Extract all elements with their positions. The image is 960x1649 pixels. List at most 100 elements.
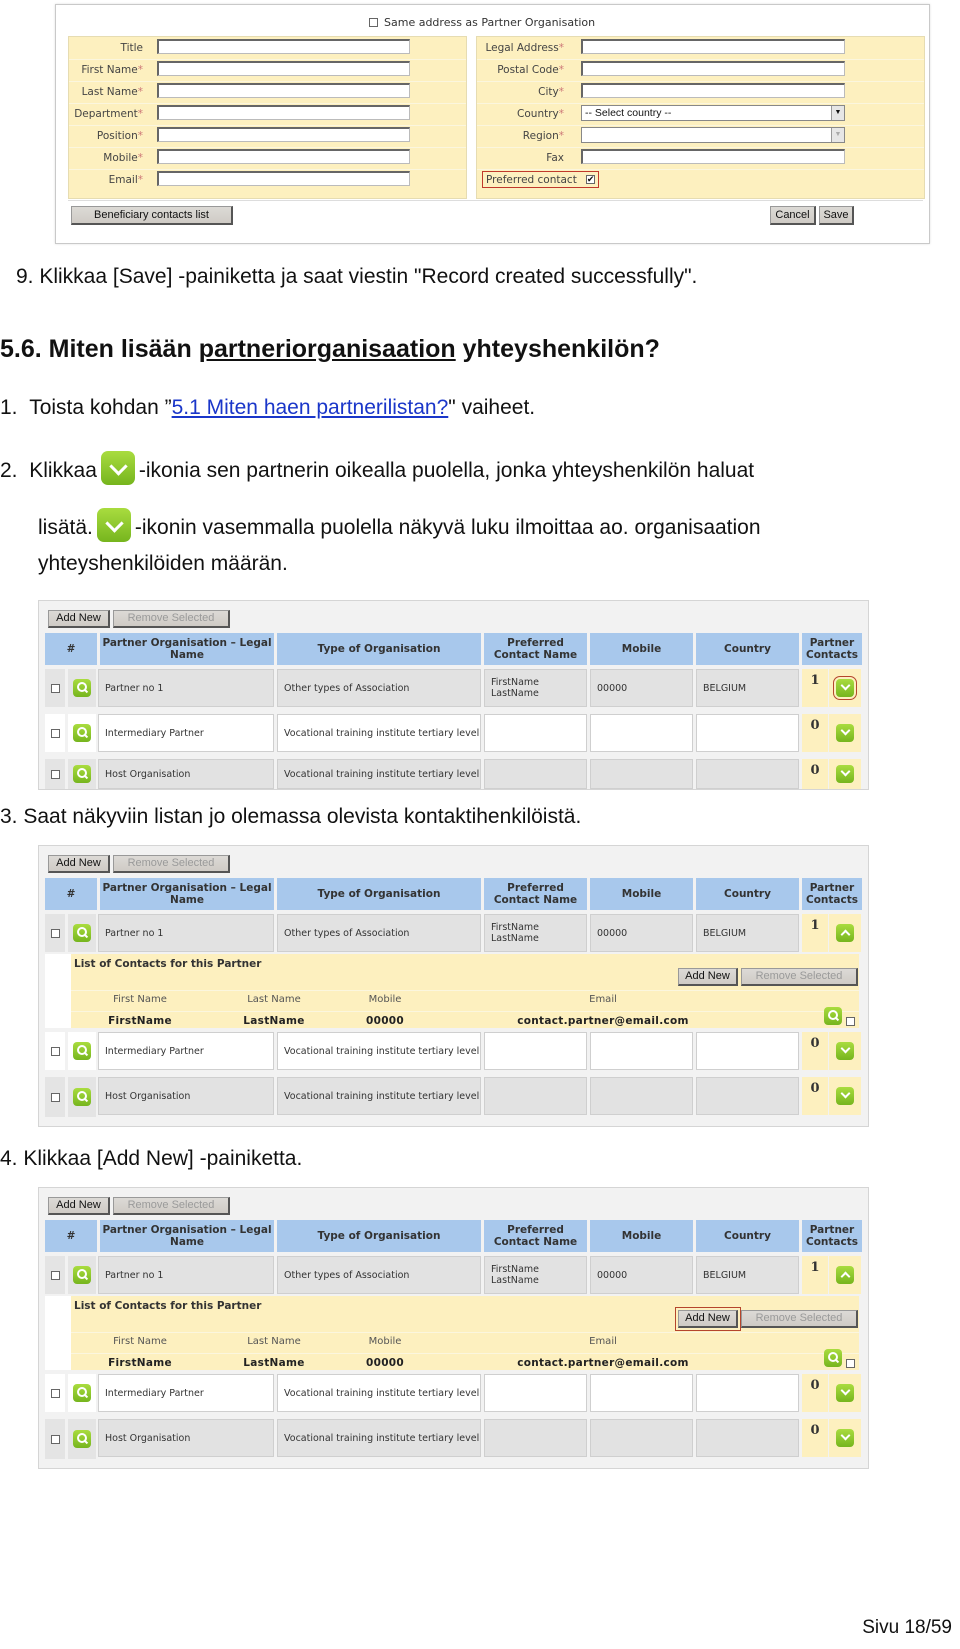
contacts-add-new-button[interactable]: Add New bbox=[678, 968, 738, 986]
row-checkbox[interactable] bbox=[50, 683, 60, 693]
legal-address-input[interactable] bbox=[581, 39, 845, 54]
step-2-text: 2. Klikkaa -ikonia sen partnerin oikealla… bbox=[0, 451, 754, 485]
chevron-down-icon[interactable] bbox=[836, 1384, 854, 1402]
cell-country: BELGIUM bbox=[696, 1256, 799, 1294]
add-new-button[interactable]: Add New bbox=[48, 855, 110, 873]
form-row-city: City* bbox=[477, 81, 924, 104]
form-row-email: Email* bbox=[69, 169, 466, 191]
contact-checkbox[interactable] bbox=[846, 1017, 855, 1026]
magnifier-icon[interactable] bbox=[73, 679, 91, 697]
add-new-button[interactable]: Add New bbox=[48, 610, 110, 628]
fax-input[interactable] bbox=[581, 149, 845, 164]
magnifier-icon[interactable] bbox=[73, 924, 91, 942]
row-checkbox[interactable] bbox=[50, 1434, 60, 1444]
form-row-last-name: Last Name* bbox=[69, 81, 466, 104]
chevron-down-icon[interactable] bbox=[833, 676, 857, 700]
contacts-remove-selected-button[interactable]: Remove Selected bbox=[741, 968, 858, 986]
cell-country bbox=[696, 1419, 799, 1457]
chevron-down-icon bbox=[96, 508, 131, 542]
cell-type: Other types of Association bbox=[277, 1256, 481, 1294]
preferred-contact-label: Preferred contact bbox=[486, 173, 577, 186]
contacts-count: 0 bbox=[802, 1419, 828, 1457]
remove-selected-button[interactable]: Remove Selected bbox=[113, 855, 230, 873]
first-name-label: First Name* bbox=[81, 64, 143, 76]
contacts-remove-selected-button[interactable]: Remove Selected bbox=[741, 1310, 858, 1328]
preferred-contact-checkbox[interactable] bbox=[585, 175, 595, 184]
row-checkbox[interactable] bbox=[50, 769, 60, 779]
contacts-add-new-button[interactable]: Add New bbox=[675, 1307, 741, 1331]
header-hash: # bbox=[45, 633, 97, 665]
legal-address-label: Legal Address* bbox=[485, 42, 564, 54]
chevron-down-icon bbox=[100, 451, 135, 485]
header-preferred: Preferred Contact Name bbox=[484, 633, 587, 665]
beneficiary-contacts-list-button[interactable]: Beneficiary contacts list bbox=[71, 206, 233, 225]
save-button[interactable]: Save bbox=[819, 206, 854, 225]
step-4-text: 4. Klikkaa [Add New] -painiketta. bbox=[0, 1147, 303, 1170]
contacts-header-mobile: Mobile bbox=[368, 994, 402, 1005]
department-label: Department* bbox=[74, 108, 143, 120]
cell-preferred: FirstName LastName bbox=[484, 1256, 587, 1294]
contact-checkbox[interactable] bbox=[846, 1359, 855, 1368]
row-checkbox[interactable] bbox=[50, 1270, 60, 1280]
department-input[interactable] bbox=[157, 105, 410, 120]
mobile-input[interactable] bbox=[157, 149, 410, 164]
header-type: Type of Organisation bbox=[277, 633, 481, 665]
position-input[interactable] bbox=[157, 127, 410, 142]
cell-type: Other types of Association bbox=[277, 669, 481, 707]
cell-preferred bbox=[484, 1419, 587, 1457]
cell-preferred bbox=[484, 759, 587, 789]
magnifier-icon[interactable] bbox=[73, 1266, 91, 1284]
magnifier-icon[interactable] bbox=[73, 724, 91, 742]
row-checkbox[interactable] bbox=[50, 928, 60, 938]
row-checkbox[interactable] bbox=[50, 728, 60, 738]
chevron-up-icon[interactable] bbox=[836, 924, 854, 942]
magnifier-icon[interactable] bbox=[73, 1430, 91, 1448]
cell-legal-name: Partner no 1 bbox=[98, 669, 274, 707]
chevron-down-icon[interactable] bbox=[836, 1429, 854, 1447]
same-address-checkbox[interactable] bbox=[369, 18, 378, 27]
contacts-count: 0 bbox=[802, 1077, 828, 1115]
chevron-down-icon[interactable] bbox=[836, 724, 854, 742]
magnifier-icon[interactable] bbox=[73, 765, 91, 783]
row-checkbox[interactable] bbox=[50, 1046, 60, 1056]
header-preferred: Preferred Contact Name bbox=[484, 878, 587, 910]
country-select[interactable]: -- Select country -- ▼ bbox=[581, 105, 845, 121]
same-address-option[interactable]: Same address as Partner Organisation bbox=[369, 16, 595, 29]
city-input[interactable] bbox=[581, 83, 845, 98]
cell-country: BELGIUM bbox=[696, 669, 799, 707]
personal-fields-panel: Title First Name* Last Name* Department*… bbox=[68, 36, 467, 199]
title-label: Title bbox=[120, 42, 143, 54]
remove-selected-button[interactable]: Remove Selected bbox=[113, 610, 230, 628]
postal-code-input[interactable] bbox=[581, 61, 845, 76]
step-9-text: 9. Klikkaa [Save] -painiketta ja saat vi… bbox=[16, 265, 698, 288]
chevron-down-icon[interactable] bbox=[836, 765, 854, 783]
add-new-button[interactable]: Add New bbox=[48, 1197, 110, 1215]
magnifier-icon[interactable] bbox=[73, 1088, 91, 1106]
chevron-down-icon[interactable] bbox=[836, 1087, 854, 1105]
contacts-count: 1 bbox=[802, 914, 828, 952]
contacts-count: 0 bbox=[802, 714, 828, 752]
cell-mobile: 00000 bbox=[590, 669, 693, 707]
email-input[interactable] bbox=[157, 171, 410, 186]
section-5-1-link[interactable]: 5.1 Miten haen partnerilistan? bbox=[172, 396, 449, 419]
cell-mobile bbox=[590, 1374, 693, 1412]
magnifier-icon[interactable] bbox=[73, 1384, 91, 1402]
title-input[interactable] bbox=[157, 39, 410, 54]
chevron-up-icon[interactable] bbox=[836, 1266, 854, 1284]
magnifier-icon[interactable] bbox=[73, 1042, 91, 1060]
magnifier-icon[interactable] bbox=[824, 1349, 842, 1367]
cancel-button[interactable]: Cancel bbox=[770, 206, 816, 225]
last-name-input[interactable] bbox=[157, 83, 410, 98]
contact-email: contact.partner@email.com bbox=[517, 1015, 689, 1027]
same-address-label: Same address as Partner Organisation bbox=[384, 16, 596, 29]
cell-country bbox=[696, 1077, 799, 1115]
magnifier-icon[interactable] bbox=[824, 1007, 842, 1025]
row-checkbox[interactable] bbox=[50, 1092, 60, 1102]
region-select[interactable]: ▼ bbox=[581, 127, 845, 143]
first-name-input[interactable] bbox=[157, 61, 410, 76]
chevron-down-icon[interactable] bbox=[836, 1042, 854, 1060]
remove-selected-button[interactable]: Remove Selected bbox=[113, 1197, 230, 1215]
preferred-contact-highlight[interactable]: Preferred contact bbox=[482, 171, 599, 188]
row-checkbox[interactable] bbox=[50, 1388, 60, 1398]
form-row-mobile: Mobile* bbox=[69, 147, 466, 170]
